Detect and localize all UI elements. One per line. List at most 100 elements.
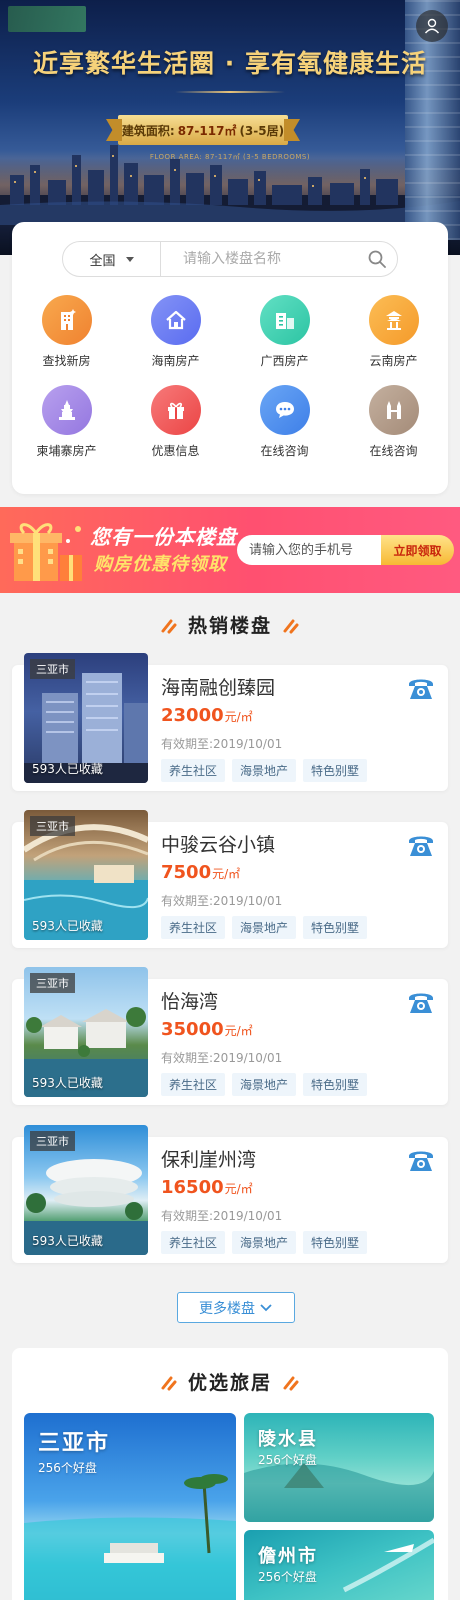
listing-card[interactable]: 三亚市 593人已收藏 中骏云谷小镇 7500元/㎡ 有效期至:2019/10/… [12,810,448,948]
tag: 特色别墅 [303,1231,368,1254]
listing-photo[interactable]: 三亚市 593人已收藏 [24,653,148,783]
category-discounts[interactable]: 优惠信息 [121,385,230,459]
area-value: 87-117㎡ [177,123,237,138]
listing-card[interactable]: 三亚市 593人已收藏 海南融创臻园 23000元/㎡ 有效期至:2019/10… [12,653,448,791]
search-icon [368,250,386,268]
user-profile-button[interactable] [416,10,448,42]
tag: 特色别墅 [303,759,368,782]
category-find-new-home[interactable]: 查找新房 [12,295,121,369]
more-listings-button[interactable]: 更多楼盘 [177,1292,295,1323]
destination-count: 256个好盘 [258,1570,317,1584]
favorite-count: 593人已收藏 [32,762,103,776]
listing-card[interactable]: 三亚市 593人已收藏 怡海湾 35000元/㎡ 有效期至:2019/10/01… [12,967,448,1105]
chevron-down-icon [260,1303,272,1311]
price-value: 16500 [161,1177,224,1198]
category-label: 在线咨询 [369,444,418,458]
tag: 海景地产 [232,1231,297,1254]
favorite-count: 593人已收藏 [32,1234,103,1248]
region-select[interactable]: 全国 [63,242,161,276]
listing-price: 16500元/㎡ [161,1177,253,1198]
gift-icon [150,385,201,435]
category-hainan[interactable]: 海南房产 [121,295,230,369]
city-badge: 三亚市 [30,1131,75,1151]
area-suffix: (3-5居) [239,123,285,138]
travel-section-title: 优选旅居 [187,1372,272,1394]
price-value: 7500 [161,862,212,883]
tag: 养生社区 [161,1231,226,1254]
hot-section-title: 热销楼盘 [187,615,272,637]
city-skyline-image [0,145,460,225]
category-grid: 查找新房 海南房产 广西房产 云南房产 柬埔寨房产 优惠信息 在线咨询 在线咨询 [12,295,448,459]
tag-list: 养生社区 海景地产 特色别墅 [161,1073,368,1096]
tag: 养生社区 [161,1073,226,1096]
destination-name: 陵水县 [258,1429,318,1450]
brand-logo[interactable] [8,6,86,32]
area-ribbon: 建筑面积: 87-117㎡ (3-5居) [118,115,288,145]
dropdown-arrow-icon [125,256,134,262]
listing-card[interactable]: 三亚市 593人已收藏 保利崖州湾 16500元/㎡ 有效期至:2019/10/… [12,1125,448,1263]
slash-decoration-icon [161,1376,177,1390]
tag-list: 养生社区 海景地产 特色别墅 [161,916,368,939]
tag: 特色别墅 [303,1073,368,1096]
price-unit: 元/㎡ [212,867,241,881]
category-label: 广西房产 [260,354,309,368]
phone-icon[interactable] [406,832,436,860]
listing-name: 保利崖州湾 [161,1149,257,1171]
listing-price: 7500元/㎡ [161,862,240,883]
listing-photo[interactable]: 三亚市 593人已收藏 [24,810,148,940]
category-guangxi[interactable]: 广西房产 [230,295,339,369]
city-badge: 三亚市 [30,659,75,679]
price-value: 35000 [161,1019,224,1040]
tag: 海景地产 [232,916,297,939]
hero-subtext: FLOOR AREA: 87-117㎡ (3-5 BEDROOMS) [149,153,311,161]
listing-photo[interactable]: 三亚市 593人已收藏 [24,1125,148,1255]
category-yunnan[interactable]: 云南房产 [339,295,448,369]
listing-name: 怡海湾 [161,991,219,1013]
hero-banner[interactable]: 近享繁华生活圈 · 享有氧健康生活 建筑面积: 87-117㎡ (3-5居) F… [0,0,460,255]
destination-name: 三亚市 [38,1431,111,1456]
towers-icon [368,385,419,435]
hot-section-header: 热销楼盘 [0,611,460,638]
slash-decoration-icon [161,619,177,633]
favorite-count: 593人已收藏 [32,919,103,933]
search-category-card: 全国 查找新房 海南房产 [12,222,448,494]
search-input[interactable] [161,242,357,276]
user-icon [424,18,440,34]
listing-photo[interactable]: 三亚市 593人已收藏 [24,967,148,1097]
phone-input[interactable] [237,535,381,565]
house-icon [150,295,201,345]
area-label: 建筑面积: [121,123,175,138]
search-button[interactable] [357,242,397,276]
category-cambodia[interactable]: 柬埔寨房产 [12,385,121,459]
temple-icon [41,385,92,435]
page: 近享繁华生活圈 · 享有氧健康生活 建筑面积: 87-117㎡ (3-5居) F… [0,0,460,1600]
more-listings-label: 更多楼盘 [199,1300,255,1317]
phone-icon[interactable] [406,989,436,1017]
buildings-icon [259,295,310,345]
price-unit: 元/㎡ [224,1182,253,1196]
valid-until: 有效期至:2019/10/01 [161,1209,283,1223]
gift-box-image [10,523,82,581]
category-label: 优惠信息 [151,444,200,458]
phone-icon[interactable] [406,675,436,703]
region-label: 全国 [89,253,116,269]
tag: 养生社区 [161,916,226,939]
listing-name: 中骏云谷小镇 [161,834,276,856]
phone-icon[interactable] [406,1147,436,1175]
valid-until: 有效期至:2019/10/01 [161,737,283,751]
category-label: 海南房产 [151,354,200,368]
claim-now-button[interactable]: 立即领取 [381,535,454,565]
chat-icon [259,385,310,435]
destination-tile-danzhou[interactable]: 儋州市 256个好盘 [244,1530,434,1600]
promo-banner: 您有一份本楼盘 购房优惠待领取 立即领取 [0,507,460,593]
tag: 养生社区 [161,759,226,782]
valid-until: 有效期至:2019/10/01 [161,894,283,908]
travel-section: 优选旅居 三亚市 256个好盘 陵水县 256个好盘 儋州市 256个好盘 [12,1348,448,1600]
category-label: 在线咨询 [260,444,309,458]
category-online-consult-2[interactable]: 在线咨询 [339,385,448,459]
destination-tile-sanya[interactable]: 三亚市 256个好盘 [24,1413,236,1600]
price-value: 23000 [161,705,224,726]
destination-tile-lingshui[interactable]: 陵水县 256个好盘 [244,1413,434,1522]
tag-list: 养生社区 海景地产 特色别墅 [161,759,368,782]
category-online-consult[interactable]: 在线咨询 [230,385,339,459]
